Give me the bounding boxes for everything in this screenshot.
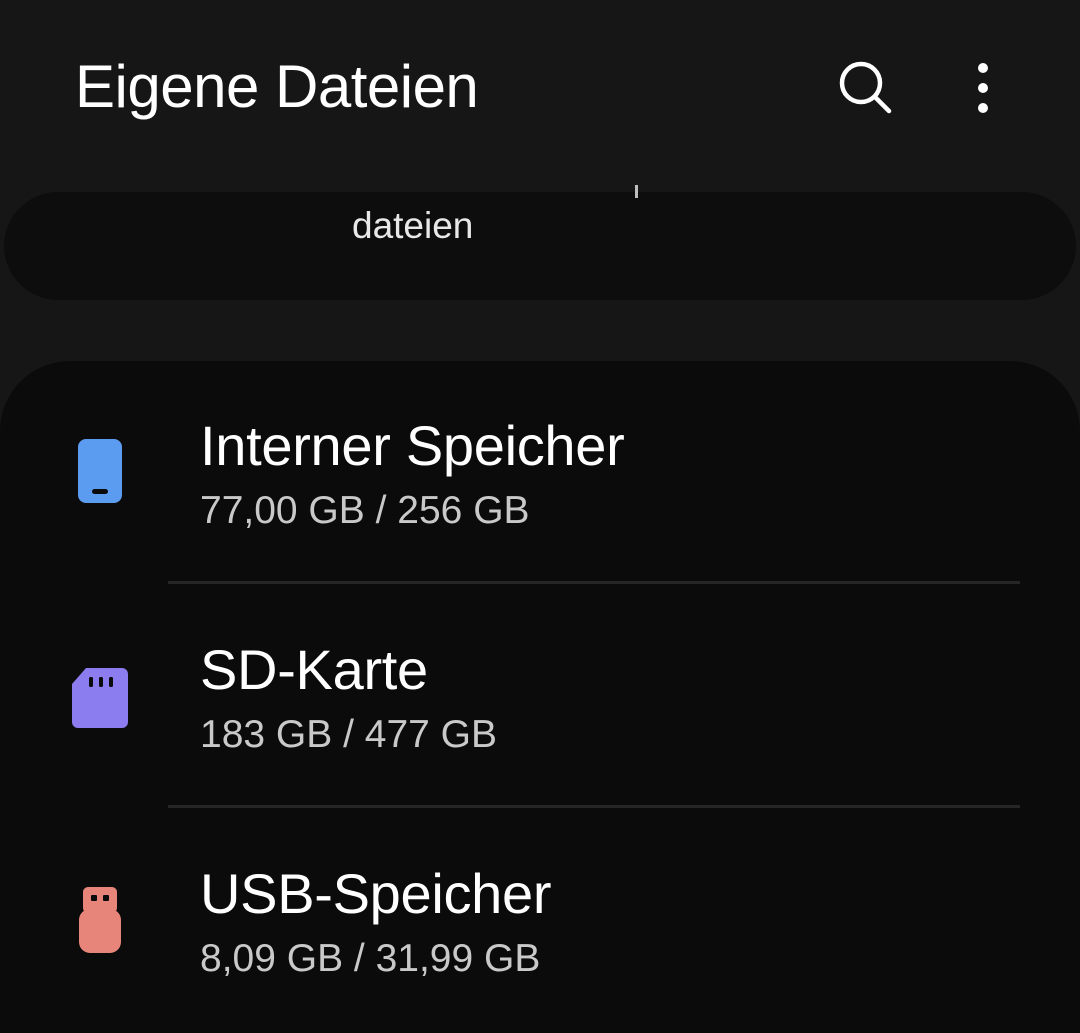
clipped-glyph (635, 185, 638, 198)
storage-item-name: USB-Speicher (200, 862, 552, 925)
search-button[interactable] (828, 50, 904, 126)
phone-icon (68, 431, 132, 511)
recent-files-card[interactable] (4, 192, 1076, 300)
my-files-screen: Eigene Dateien dateien Interner Speicher… (0, 0, 1080, 1033)
storage-item-sd-card[interactable]: SD-Karte 183 GB / 477 GB (0, 585, 1080, 809)
search-icon (839, 61, 892, 114)
more-options-button[interactable] (945, 50, 1021, 126)
usb-drive-icon (68, 881, 132, 961)
storage-item-internal[interactable]: Interner Speicher 77,00 GB / 256 GB (0, 361, 1080, 585)
storage-item-name: Interner Speicher (200, 414, 625, 477)
storage-item-name: SD-Karte (200, 638, 428, 701)
storage-item-usage: 183 GB / 477 GB (200, 713, 498, 756)
storage-item-usage: 8,09 GB / 31,99 GB (200, 937, 541, 980)
app-bar: Eigene Dateien (0, 0, 1080, 175)
divider (168, 581, 1020, 584)
storage-list: Interner Speicher 77,00 GB / 256 GB SD-K… (0, 361, 1080, 1033)
storage-item-usb[interactable]: USB-Speicher 8,09 GB / 31,99 GB (0, 809, 1080, 1033)
recent-files-label: dateien (352, 205, 474, 246)
storage-item-usage: 77,00 GB / 256 GB (200, 489, 530, 532)
more-vertical-icon (978, 63, 988, 113)
divider (168, 805, 1020, 808)
page-title: Eigene Dateien (75, 53, 479, 120)
sd-card-icon (68, 657, 132, 737)
